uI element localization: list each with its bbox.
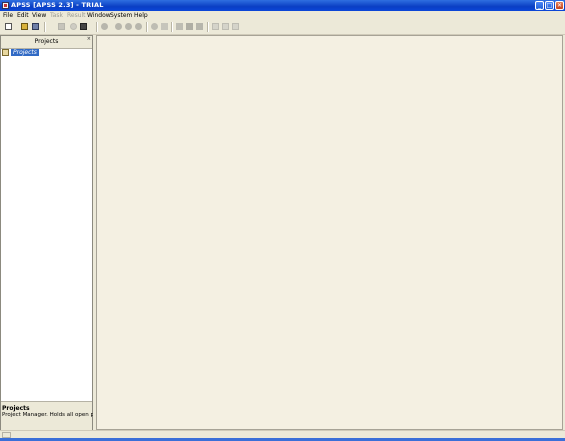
toolbar bbox=[0, 20, 565, 35]
projects-folder-icon bbox=[2, 49, 9, 56]
menu-edit[interactable]: Edit bbox=[17, 12, 29, 19]
menu-system[interactable]: System bbox=[110, 12, 132, 19]
mdi-workspace[interactable] bbox=[96, 35, 563, 430]
tile-vertical-icon bbox=[221, 22, 230, 31]
copy-icon bbox=[57, 22, 66, 31]
projects-panel: Projects × Projects Projects Project Man… bbox=[0, 35, 114, 430]
menu-help[interactable]: Help bbox=[134, 12, 148, 19]
maximize-icon: □ bbox=[546, 2, 553, 9]
analyze-icon bbox=[150, 22, 159, 31]
delete-icon bbox=[69, 22, 78, 31]
menu-bar: File Edit View Task Result Window System… bbox=[0, 11, 565, 20]
window-icon bbox=[195, 22, 204, 31]
menu-file[interactable]: File bbox=[3, 12, 13, 19]
window-title: APSS [APSS 2.3] - TRIAL bbox=[11, 1, 104, 9]
tile-horizontal-icon bbox=[211, 22, 220, 31]
close-icon: ✕ bbox=[556, 2, 563, 9]
step-back-icon bbox=[114, 22, 123, 31]
projects-panel-title: Projects bbox=[34, 38, 59, 45]
print-icon[interactable] bbox=[79, 22, 88, 31]
record-icon bbox=[124, 22, 133, 31]
menu-view[interactable]: View bbox=[32, 12, 46, 19]
task-run-icon bbox=[100, 22, 109, 31]
menu-result: Result bbox=[67, 12, 86, 19]
maximize-button[interactable]: □ bbox=[545, 1, 554, 10]
menu-task: Task bbox=[50, 12, 63, 19]
minimize-icon: _ bbox=[538, 2, 541, 9]
tree-node-label[interactable]: Projects bbox=[11, 49, 39, 56]
description-title: Projects bbox=[2, 405, 30, 412]
save-icon[interactable] bbox=[31, 22, 40, 31]
minimize-button[interactable]: _ bbox=[535, 1, 544, 10]
chart-icon bbox=[160, 22, 169, 31]
open-project-icon[interactable] bbox=[20, 22, 29, 31]
new-document-icon[interactable] bbox=[4, 22, 13, 31]
step-forward-icon bbox=[134, 22, 143, 31]
panel-close-icon[interactable]: × bbox=[87, 36, 91, 42]
close-button[interactable]: ✕ bbox=[555, 1, 564, 10]
tree-node-projects[interactable]: Projects bbox=[2, 49, 62, 57]
grid-icon bbox=[185, 22, 194, 31]
layout-icon bbox=[175, 22, 184, 31]
app-icon[interactable] bbox=[2, 2, 9, 9]
menu-window[interactable]: Window bbox=[87, 12, 111, 19]
description-box: Projects Project Manager. Holds all open… bbox=[1, 401, 114, 430]
title-bar[interactable]: APSS [APSS 2.3] - TRIAL _ □ ✕ bbox=[0, 0, 565, 11]
cascade-icon bbox=[231, 22, 240, 31]
projects-panel-header: Projects × bbox=[1, 36, 92, 49]
